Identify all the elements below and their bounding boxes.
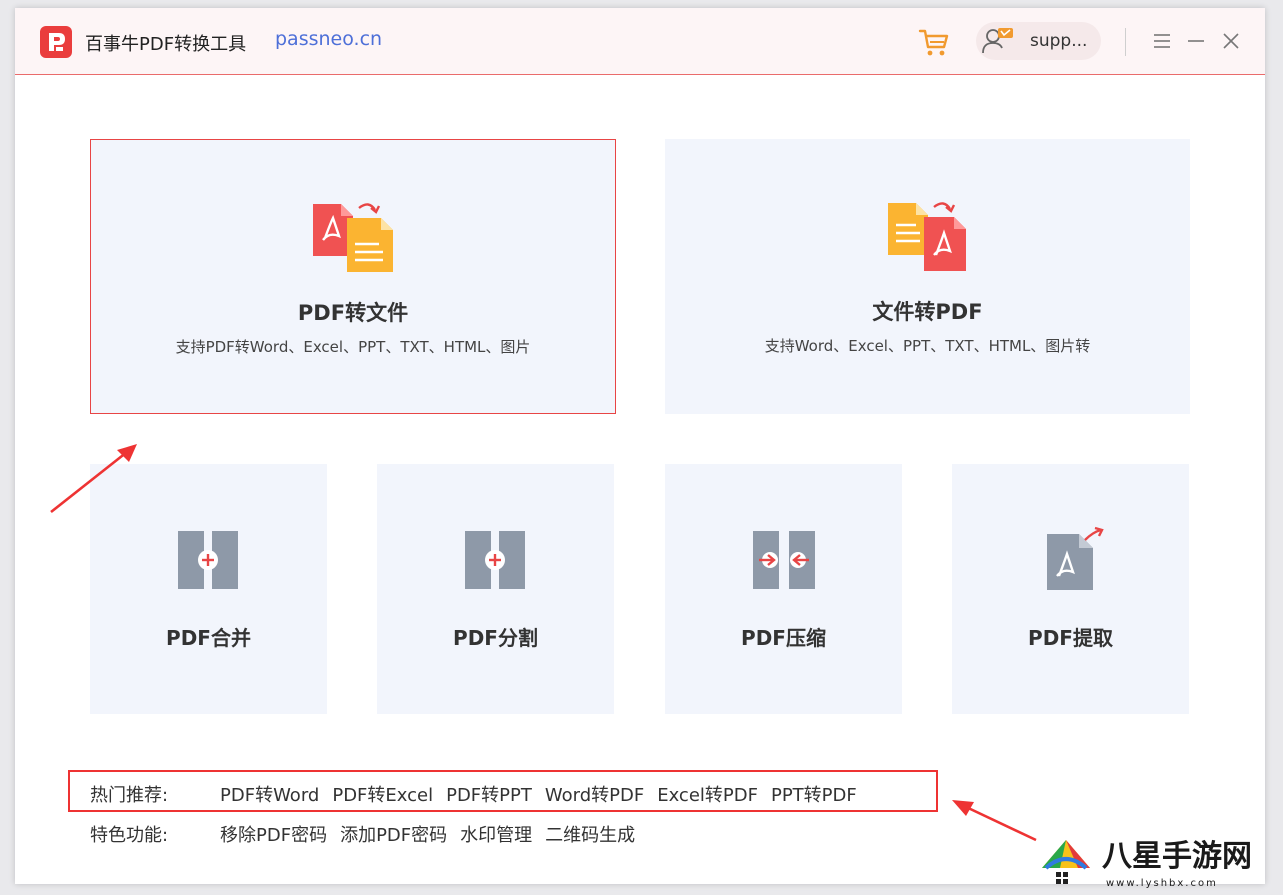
- card-subtitle: 支持Word、Excel、PPT、TXT、HTML、图片转: [764, 337, 1091, 355]
- app-title: 百事牛PDF转换工具: [85, 34, 247, 55]
- split-icon: [465, 531, 525, 589]
- card-pdf-to-file[interactable]: PDF转文件 支持PDF转Word、Excel、PPT、TXT、HTML、图片: [90, 139, 616, 414]
- app-logo-icon: [40, 26, 72, 58]
- watermark-logo: 八星手游网 www.lyshbx.com: [1042, 839, 1252, 889]
- card-pdf-compress[interactable]: PDF压缩: [665, 464, 902, 714]
- card-file-to-pdf[interactable]: 文件转PDF 支持Word、Excel、PPT、TXT、HTML、图片转: [665, 139, 1190, 414]
- card-title: PDF分割: [453, 626, 538, 650]
- hot-label: 热门推荐:: [90, 785, 169, 806]
- compress-icon: [753, 531, 815, 589]
- file-to-pdf-icon: [888, 202, 966, 271]
- card-title: PDF压缩: [741, 626, 826, 650]
- site-link[interactable]: passneo.cn: [275, 28, 382, 50]
- card-pdf-merge[interactable]: PDF合并: [90, 464, 327, 714]
- merge-icon: [178, 531, 238, 589]
- hot-link-pdf-ppt[interactable]: PDF转PPT: [446, 781, 532, 807]
- watermark-text: 八星手游网: [1102, 839, 1252, 874]
- card-title: PDF转文件: [297, 301, 409, 325]
- title-separator: [1125, 28, 1126, 56]
- card-subtitle: 支持PDF转Word、Excel、PPT、TXT、HTML、图片: [175, 338, 531, 356]
- hot-link-pdf-excel[interactable]: PDF转Excel: [332, 781, 433, 807]
- user-name: supp...: [1030, 31, 1088, 51]
- feature-row: 特色功能: 移除PDF密码 添加PDF密码 水印管理 二维码生成: [90, 821, 648, 847]
- card-title: PDF合并: [166, 626, 251, 650]
- feature-link-remove-password[interactable]: 移除PDF密码: [220, 821, 327, 847]
- minimize-icon[interactable]: [1185, 28, 1207, 54]
- card-pdf-split[interactable]: PDF分割: [377, 464, 614, 714]
- card-title: PDF提取: [1028, 626, 1113, 650]
- user-account-button[interactable]: supp...: [976, 22, 1101, 60]
- feature-link-qrcode[interactable]: 二维码生成: [545, 821, 635, 847]
- extract-icon: [1047, 526, 1104, 590]
- feature-label: 特色功能:: [90, 825, 169, 846]
- feature-link-watermark[interactable]: 水印管理: [460, 821, 532, 847]
- app-window: 百事牛PDF转换工具 passneo.cn supp... PDF转文件 支持P…: [15, 8, 1265, 884]
- card-pdf-extract[interactable]: PDF提取: [952, 464, 1189, 714]
- hot-link-word-pdf[interactable]: Word转PDF: [545, 781, 644, 807]
- watermark-url: www.lyshbx.com: [1106, 878, 1218, 889]
- user-avatar-icon: [982, 28, 1013, 54]
- menu-icon[interactable]: [1151, 28, 1173, 54]
- title-bar: 百事牛PDF转换工具 passneo.cn supp...: [15, 8, 1265, 75]
- close-icon[interactable]: [1220, 28, 1242, 54]
- feature-link-add-password[interactable]: 添加PDF密码: [340, 821, 447, 847]
- hot-link-ppt-pdf[interactable]: PPT转PDF: [771, 781, 857, 807]
- pdf-to-file-icon: [313, 203, 393, 272]
- cart-icon[interactable]: [917, 25, 951, 59]
- hot-link-pdf-word[interactable]: PDF转Word: [220, 781, 319, 807]
- hot-link-excel-pdf[interactable]: Excel转PDF: [657, 781, 758, 807]
- card-title: 文件转PDF: [872, 300, 983, 324]
- hot-row: 热门推荐: PDF转Word PDF转Excel PDF转PPT Word转PDF Exc…: [90, 781, 870, 807]
